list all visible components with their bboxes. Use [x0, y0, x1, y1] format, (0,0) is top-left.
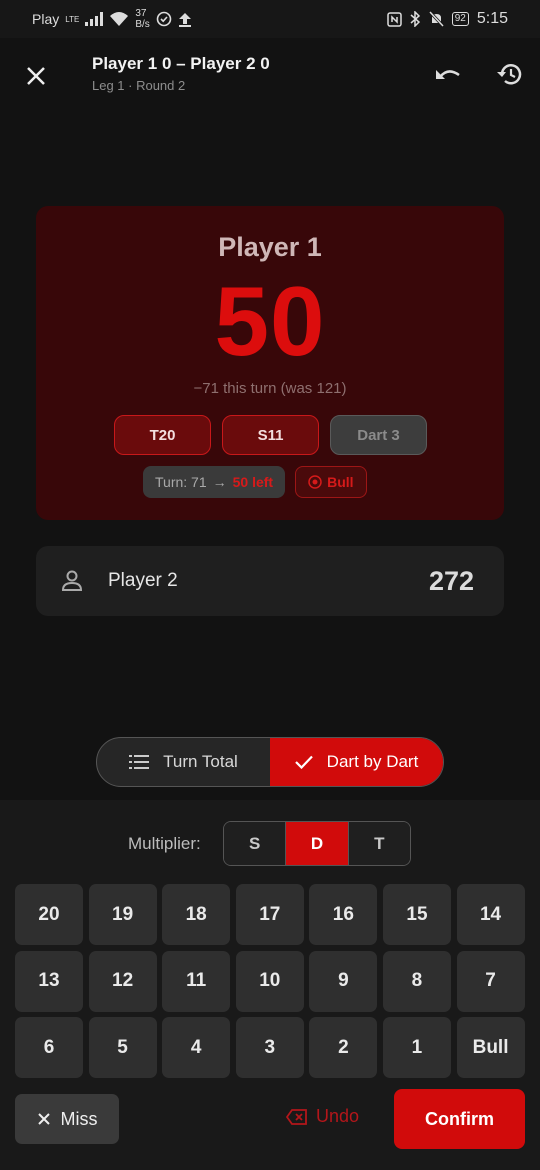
- arrow-icon: →: [212, 474, 227, 490]
- dart-chip-2[interactable]: S11: [222, 415, 319, 455]
- key-18[interactable]: 18: [162, 884, 231, 945]
- key-15[interactable]: 15: [382, 884, 451, 945]
- other-player-card[interactable]: Player 2 272: [36, 546, 504, 616]
- net-speed: 37 B/s: [135, 8, 149, 30]
- status-left: Play LTE 37 B/s: [32, 8, 192, 30]
- key-16[interactable]: 16: [309, 884, 378, 945]
- backspace-icon: [286, 1108, 307, 1125]
- turn-total-label: Turn Total: [163, 752, 238, 771]
- close-button[interactable]: [16, 56, 56, 96]
- multiplier-selector: S D T: [223, 821, 411, 866]
- net-speed-value: 37: [135, 8, 147, 19]
- dart-chip-1[interactable]: T20: [114, 415, 211, 455]
- check-circle-icon: [156, 11, 172, 27]
- close-icon: [27, 67, 45, 85]
- other-player-name: Player 2: [108, 570, 178, 591]
- net-speed-unit: B/s: [135, 19, 150, 30]
- status-right: 92 5:15: [386, 10, 508, 28]
- battery-indicator: 92: [451, 12, 469, 26]
- other-player-score: 272: [428, 566, 474, 596]
- upload-icon: [178, 13, 191, 27]
- turn-total-label: Turn: 71: [155, 474, 207, 490]
- target-icon: [308, 475, 322, 489]
- list-icon: [129, 755, 150, 769]
- page-subtitle: Leg 1 · Round 2: [92, 78, 186, 93]
- mute-bell-icon: [428, 11, 444, 27]
- app-bar: Player 1 0 – Player 2 0 Leg 1 · Round 2: [0, 38, 540, 110]
- miss-label: Miss: [60, 1108, 98, 1129]
- left-label: 50 left: [232, 474, 274, 490]
- key-3[interactable]: 3: [235, 1017, 304, 1078]
- key-5[interactable]: 5: [88, 1017, 157, 1078]
- bull-hint-pill: Bull: [295, 466, 367, 498]
- turn-delta: −71 this turn (was 121): [193, 380, 347, 397]
- person-icon: [61, 570, 83, 591]
- signal-icon: [85, 12, 104, 26]
- number-keys: 20 19 18 17 16 15 14 13 12 11 10 9 8 7 6…: [15, 884, 525, 1078]
- active-player-name: Player 1: [218, 232, 322, 262]
- multiplier-label: Multiplier:: [128, 834, 201, 853]
- bluetooth-icon: [410, 11, 420, 27]
- mode-toggle: Turn Total Dart by Dart: [96, 737, 444, 787]
- active-player-score: 50: [214, 266, 326, 376]
- check-icon: [294, 755, 313, 769]
- dart-by-dart-label: Dart by Dart: [326, 752, 419, 771]
- carrier-label: Play: [32, 11, 60, 27]
- status-bar: Play LTE 37 B/s 92 5:15: [0, 0, 540, 38]
- multiplier-double[interactable]: D: [285, 822, 348, 865]
- status-time: 5:15: [476, 10, 508, 27]
- key-4[interactable]: 4: [162, 1017, 231, 1078]
- history-button[interactable]: [490, 54, 530, 94]
- miss-button[interactable]: Miss: [15, 1094, 119, 1144]
- network-type: LTE: [65, 14, 80, 24]
- undo-top-button[interactable]: [428, 54, 468, 94]
- keypad-panel: Multiplier: S D T 20 19 18 17 16 15 14 1…: [0, 800, 540, 1170]
- info-row: Turn: 71 → 50 left Bull: [143, 466, 367, 498]
- darts-row: T20 S11 Dart 3: [114, 415, 427, 455]
- turn-total-button[interactable]: Turn Total: [97, 738, 270, 786]
- undo-label: Undo: [316, 1106, 360, 1126]
- multiplier-single[interactable]: S: [224, 822, 286, 865]
- title-block: Player 1 0 – Player 2 0 Leg 1 · Round 2: [92, 54, 270, 93]
- wifi-icon: [110, 12, 129, 26]
- key-8[interactable]: 8: [382, 950, 451, 1012]
- undo-icon: [436, 70, 460, 79]
- active-player-card: Player 1 50 −71 this turn (was 121) T20 …: [36, 206, 504, 520]
- key-14[interactable]: 14: [456, 884, 525, 945]
- confirm-button[interactable]: Confirm: [394, 1089, 525, 1149]
- dart-by-dart-button[interactable]: Dart by Dart: [270, 738, 443, 786]
- key-12[interactable]: 12: [88, 950, 157, 1012]
- dart-chip-3[interactable]: Dart 3: [330, 415, 427, 455]
- key-11[interactable]: 11: [162, 950, 231, 1012]
- nfc-icon: [386, 11, 402, 27]
- turn-summary-pill: Turn: 71 → 50 left: [143, 466, 286, 498]
- bull-label: Bull: [327, 474, 354, 490]
- key-13[interactable]: 13: [15, 950, 83, 1012]
- key-20[interactable]: 20: [15, 884, 83, 945]
- key-17[interactable]: 17: [235, 884, 304, 945]
- undo-button[interactable]: Undo: [286, 1106, 359, 1127]
- multiplier-triple[interactable]: T: [347, 822, 410, 865]
- key-10[interactable]: 10: [235, 950, 304, 1012]
- key-9[interactable]: 9: [309, 950, 378, 1012]
- key-1[interactable]: 1: [382, 1017, 451, 1078]
- history-icon: [497, 64, 522, 85]
- key-2[interactable]: 2: [309, 1017, 378, 1078]
- close-icon: [37, 1113, 50, 1125]
- key-bull[interactable]: Bull: [456, 1017, 525, 1078]
- key-6[interactable]: 6: [15, 1017, 83, 1078]
- key-19[interactable]: 19: [88, 884, 157, 945]
- page-title: Player 1 0 – Player 2 0: [92, 54, 270, 73]
- key-7[interactable]: 7: [456, 950, 525, 1012]
